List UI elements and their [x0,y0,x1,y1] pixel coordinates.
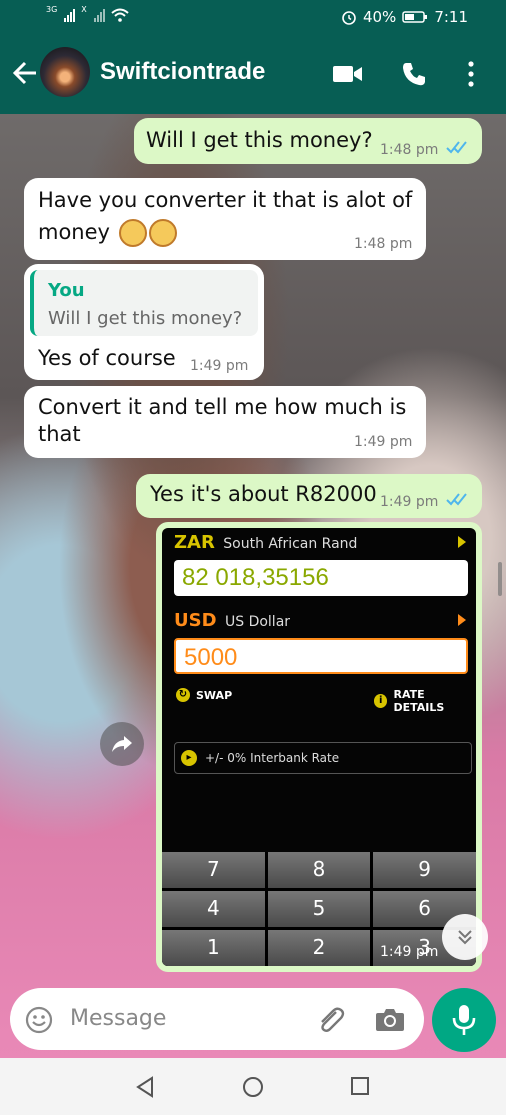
read-ticks-icon [446,493,467,506]
emoji-person-icon [148,219,177,247]
message-time: 1:49 pm [380,494,439,510]
battery-icon [402,11,428,23]
from-amount-field: 82 018,35156 [174,560,468,596]
no-signal-label: X [81,4,87,14]
camera-icon[interactable] [374,1006,406,1034]
rate-details-option: i RATE DETAILS [374,688,476,714]
swap-label: SWAP [196,688,233,702]
message-bubble-incoming[interactable]: Convert it and tell me how much is that … [24,386,426,458]
attach-paperclip-icon[interactable] [314,1004,346,1036]
signal-icon [64,8,76,22]
message-bubble-outgoing[interactable]: Will I get this money? 1:48 pm [134,118,482,164]
keypad-key: 5 [267,891,371,927]
from-currency-arrow-icon [458,536,466,548]
keypad-key: 1 [162,930,265,966]
wifi-icon [111,8,129,22]
to-currency-row: USD US Dollar [174,610,290,631]
video-call-icon[interactable] [332,60,364,88]
message-text: Will I get this money? [146,128,373,152]
back-arrow-icon[interactable] [12,58,38,88]
rate-details-label: RATE DETAILS [393,688,445,714]
message-time: 1:49 pm [354,434,413,450]
voice-message-button[interactable] [432,988,496,1052]
network-type-label: 3G [46,4,58,14]
from-currency-row: ZAR South African Rand [174,532,357,553]
message-time: 1:48 pm [380,142,439,158]
message-bubble-incoming[interactable]: Have you converter it that is alot of mo… [24,178,426,260]
image-message[interactable]: ZAR South African Rand 82 018,35156 USD … [156,522,482,972]
battery-percent: 40% [362,8,397,26]
android-nav-bar [0,1058,506,1115]
keypad-key: 8 [267,852,371,888]
swap-icon: ↻ [176,688,190,702]
more-options-icon[interactable] [466,60,476,88]
voice-call-icon[interactable] [400,60,428,88]
to-currency-code: USD [174,610,217,631]
from-currency-name: South African Rand [223,536,358,552]
emoji-icon[interactable] [24,1005,54,1035]
avatar[interactable] [40,47,90,97]
keypad-key: 4 [162,891,265,927]
message-bubble-outgoing[interactable]: Yes it's about R82000 1:49 pm [136,474,482,518]
message-time: 1:49 pm [190,358,249,374]
read-ticks-icon [446,141,467,154]
double-chevron-down-icon [458,930,472,945]
message-input[interactable]: Message [70,1006,166,1031]
forward-button[interactable] [100,722,144,766]
message-time: 1:49 pm [380,944,439,960]
swap-option: ↻ SWAP [176,688,232,702]
message-text: Yes it's about R82000 [150,482,377,506]
to-currency-arrow-icon [458,614,466,626]
converter-screenshot: ZAR South African Rand 82 018,35156 USD … [162,528,476,966]
scrollbar[interactable] [498,562,502,596]
emoji-person-icon [118,219,147,247]
rate-label: +/- 0% Interbank Rate [205,751,340,765]
message-text: Convert it and tell me how much is that [38,395,407,446]
keypad-key: 2 [267,930,371,966]
to-currency-name: US Dollar [224,614,291,630]
contact-name[interactable]: Swiftciontrade [100,58,265,86]
message-bubble-incoming-reply[interactable]: You Will I get this money? Yes of course… [24,264,264,380]
to-amount-field: 5000 [174,638,468,674]
forward-arrow-icon [112,736,132,752]
scroll-to-bottom-button[interactable] [442,914,488,960]
quoted-message[interactable]: You Will I get this money? [30,270,258,336]
info-icon: i [374,694,388,708]
nav-back-icon[interactable] [134,1076,156,1098]
keypad-key: 9 [373,852,476,888]
interbank-rate-box: ▸ +/- 0% Interbank Rate [174,742,472,774]
message-time: 1:48 pm [354,236,413,252]
alarm-icon [342,11,356,25]
microphone-icon [452,1005,476,1035]
nav-home-icon[interactable] [242,1076,264,1098]
quoted-author: You [48,280,85,301]
status-bar: 3G X 40% 7:11 [0,0,506,36]
message-composer[interactable]: Message [10,988,424,1050]
quoted-text: Will I get this money? [48,308,243,329]
message-text: Yes of course [38,346,176,370]
signal-icon-2 [93,8,105,22]
play-icon: ▸ [181,750,197,766]
from-currency-code: ZAR [174,532,215,553]
chat-area[interactable]: Will I get this money? 1:48 pm Have you … [0,114,506,1058]
clock: 7:11 [434,8,468,26]
keypad-key: 7 [162,852,265,888]
chat-header: Swiftciontrade [0,36,506,114]
nav-recents-icon[interactable] [350,1076,370,1096]
